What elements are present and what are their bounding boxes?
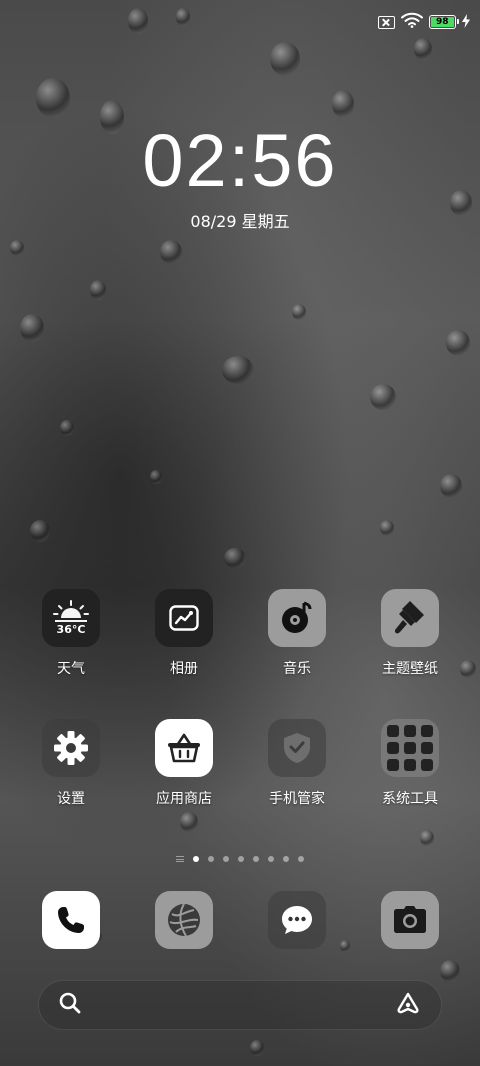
search-icon[interactable] xyxy=(59,992,81,1018)
charging-bolt-icon xyxy=(462,13,470,32)
search-bar[interactable] xyxy=(38,980,442,1030)
page-dot xyxy=(208,856,214,862)
dock-browser[interactable] xyxy=(129,891,239,949)
browser-globe-icon xyxy=(155,891,213,949)
app-settings[interactable]: 设置 xyxy=(16,719,126,808)
page-dot xyxy=(253,856,259,862)
dock-phone[interactable] xyxy=(16,891,126,949)
weather-icon: 36°C xyxy=(42,589,100,647)
battery-icon: 98 xyxy=(429,15,459,29)
clock-date: 08/29 星期五 xyxy=(190,212,290,231)
no-sim-icon xyxy=(378,15,395,29)
app-label: 天气 xyxy=(57,661,85,677)
dock-camera[interactable] xyxy=(355,891,465,949)
security-shield-icon xyxy=(268,719,326,777)
page-dot xyxy=(223,856,229,862)
phone-icon xyxy=(42,891,100,949)
app-label: 系统工具 xyxy=(382,791,438,807)
assistant-icon[interactable] xyxy=(395,992,421,1018)
theme-brush-icon xyxy=(381,589,439,647)
page-list-icon xyxy=(176,856,184,862)
app-folder-system-tools[interactable]: 系统工具 xyxy=(355,719,465,808)
app-gallery[interactable]: 相册 xyxy=(129,589,239,678)
app-label: 音乐 xyxy=(283,661,311,677)
page-dot xyxy=(283,856,289,862)
wifi-icon xyxy=(401,12,423,32)
dock-messages[interactable] xyxy=(242,891,352,949)
page-dot xyxy=(268,856,274,862)
messages-icon xyxy=(268,891,326,949)
app-security[interactable]: 手机管家 xyxy=(242,719,352,808)
page-dot xyxy=(193,856,199,862)
app-label: 应用商店 xyxy=(156,791,212,807)
app-themes[interactable]: 主题壁纸 xyxy=(355,589,465,678)
gallery-icon xyxy=(155,589,213,647)
app-store-basket-icon xyxy=(155,719,213,777)
settings-gear-icon xyxy=(42,719,100,777)
clock-time: 02:56 xyxy=(142,119,338,202)
app-label: 主题壁纸 xyxy=(382,661,438,677)
page-dot xyxy=(298,856,304,862)
music-icon xyxy=(268,589,326,647)
app-weather[interactable]: 36°C 天气 xyxy=(16,589,126,678)
app-label: 相册 xyxy=(170,661,198,677)
page-dot xyxy=(238,856,244,862)
weather-temperature: 36°C xyxy=(56,623,86,636)
page-indicator[interactable] xyxy=(0,856,480,862)
app-store[interactable]: 应用商店 xyxy=(129,719,239,808)
app-music[interactable]: 音乐 xyxy=(242,589,352,678)
camera-icon xyxy=(381,891,439,949)
app-label: 手机管家 xyxy=(269,791,325,807)
status-bar: 98 xyxy=(378,12,470,32)
app-label: 设置 xyxy=(57,791,85,807)
battery-percent: 98 xyxy=(436,16,449,27)
system-tools-folder-icon xyxy=(381,719,439,777)
